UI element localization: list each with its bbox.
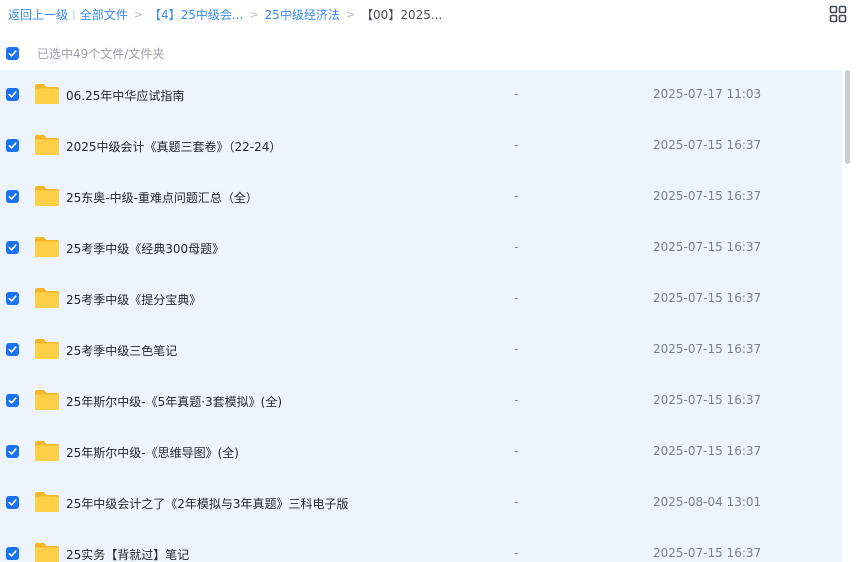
file-date: 2025-07-15 16:37 [653, 291, 762, 305]
file-row[interactable]: 25考季中级《提分宝典》 - 2025-07-15 16:37 [0, 274, 842, 325]
file-size: - [514, 393, 519, 407]
check-icon [8, 448, 17, 455]
file-row[interactable]: 25东奥-中级-重难点问题汇总（全） - 2025-07-15 16:37 [0, 172, 842, 223]
folder-icon [35, 84, 59, 104]
file-date: 2025-07-15 16:37 [653, 444, 762, 458]
chevron-right-icon: > [345, 7, 356, 21]
check-icon [8, 550, 17, 557]
breadcrumb-all-files[interactable]: 全部文件 [80, 6, 128, 23]
file-date: 2025-07-15 16:37 [653, 342, 762, 356]
file-size: - [514, 240, 519, 254]
file-row[interactable]: 25年斯尔中级-《思维导图》(全) - 2025-07-15 16:37 [0, 427, 842, 478]
file-name[interactable]: 06.25年中华应试指南 [66, 87, 184, 104]
row-checkbox[interactable] [6, 394, 19, 407]
chevron-right-icon: > [133, 7, 143, 21]
breadcrumb-level1[interactable]: 【4】25中级会... [149, 6, 243, 23]
file-name[interactable]: 25年斯尔中级-《思维导图》(全) [66, 444, 239, 461]
folder-icon [35, 339, 59, 359]
file-name[interactable]: 25考季中级《经典300母题》 [66, 240, 224, 257]
file-date: 2025-07-17 11:03 [653, 87, 762, 101]
folder-icon [35, 390, 59, 410]
check-icon [8, 91, 17, 98]
file-row[interactable]: 25考季中级三色笔记 - 2025-07-15 16:37 [0, 325, 842, 376]
file-size: - [514, 189, 519, 203]
file-name[interactable]: 25考季中级三色笔记 [66, 342, 177, 359]
select-all-checkbox[interactable] [6, 46, 19, 60]
file-date: 2025-08-04 13:01 [653, 495, 762, 509]
file-row[interactable]: 2025中级会计《真题三套卷》（22-24） - 2025-07-15 16:37 [0, 121, 842, 172]
file-row[interactable]: 06.25年中华应试指南 - 2025-07-17 11:03 [0, 70, 842, 121]
file-name[interactable]: 2025中级会计《真题三套卷》（22-24） [66, 138, 281, 155]
check-icon [8, 193, 17, 200]
file-size: - [514, 495, 519, 509]
check-icon [8, 49, 17, 57]
check-icon [8, 397, 17, 404]
row-checkbox[interactable] [6, 88, 19, 101]
row-checkbox[interactable] [6, 445, 19, 458]
check-icon [8, 244, 17, 251]
row-checkbox[interactable] [6, 241, 19, 254]
folder-icon [35, 441, 59, 461]
row-checkbox[interactable] [6, 343, 19, 356]
chevron-right-icon: > [249, 7, 259, 21]
grid-view-icon[interactable] [829, 5, 847, 23]
file-row[interactable]: 25年斯尔中级-《5年真题·3套模拟》(全) - 2025-07-15 16:37 [0, 376, 842, 427]
folder-icon [35, 186, 59, 206]
breadcrumb-level2[interactable]: 25中级经济法 [265, 6, 340, 23]
select-all-bar: 已选中49个文件/文件夹 [6, 45, 164, 61]
file-date: 2025-07-15 16:37 [653, 189, 762, 203]
row-checkbox[interactable] [6, 496, 19, 509]
file-name[interactable]: 25考季中级《提分宝典》 [66, 291, 201, 308]
file-size: - [514, 546, 519, 560]
check-icon [8, 499, 17, 506]
file-name[interactable]: 25实务【背就过】笔记 [66, 546, 189, 562]
back-link[interactable]: 返回上一级 [8, 6, 68, 23]
row-checkbox[interactable] [6, 190, 19, 203]
file-name[interactable]: 25东奥-中级-重难点问题汇总（全） [66, 189, 258, 206]
check-icon [8, 295, 17, 302]
breadcrumb-current: 【00】2025... [361, 7, 443, 22]
file-date: 2025-07-15 16:37 [653, 240, 762, 254]
file-size: - [514, 138, 519, 152]
file-size: - [514, 291, 519, 305]
selection-count: 已选中49个文件/文件夹 [37, 46, 165, 61]
file-list: 06.25年中华应试指南 - 2025-07-17 11:03 2025中级会计《真题… [0, 70, 842, 562]
file-date: 2025-07-15 16:37 [653, 138, 762, 152]
breadcrumb: 返回上一级 | 全部文件 > 【4】25中级会... > 25中级经济法 > 【… [8, 6, 819, 22]
folder-icon [35, 492, 59, 512]
scrollbar-thumb[interactable] [845, 70, 850, 164]
file-row[interactable]: 25实务【背就过】笔记 - 2025-07-15 16:37 [0, 529, 842, 562]
check-icon [8, 142, 17, 149]
file-date: 2025-07-15 16:37 [653, 393, 762, 407]
breadcrumb-divider: | [72, 7, 76, 21]
file-name[interactable]: 25年中级会计之了《2年模拟与3年真题》三科电子版 [66, 495, 349, 512]
folder-icon [35, 288, 59, 308]
file-size: - [514, 87, 519, 101]
file-name[interactable]: 25年斯尔中级-《5年真题·3套模拟》(全) [66, 393, 282, 410]
scrollbar[interactable] [842, 70, 859, 562]
file-date: 2025-07-15 16:37 [653, 546, 762, 560]
file-row[interactable]: 25年中级会计之了《2年模拟与3年真题》三科电子版 - 2025-08-04 13:… [0, 478, 842, 529]
folder-icon [35, 543, 59, 562]
folder-icon [35, 237, 59, 257]
file-size: - [514, 444, 519, 458]
row-checkbox[interactable] [6, 292, 19, 305]
row-checkbox[interactable] [6, 547, 19, 560]
check-icon [8, 346, 17, 353]
folder-icon [35, 135, 59, 155]
file-size: - [514, 342, 519, 356]
row-checkbox[interactable] [6, 139, 19, 152]
file-row[interactable]: 25考季中级《经典300母题》 - 2025-07-15 16:37 [0, 223, 842, 274]
